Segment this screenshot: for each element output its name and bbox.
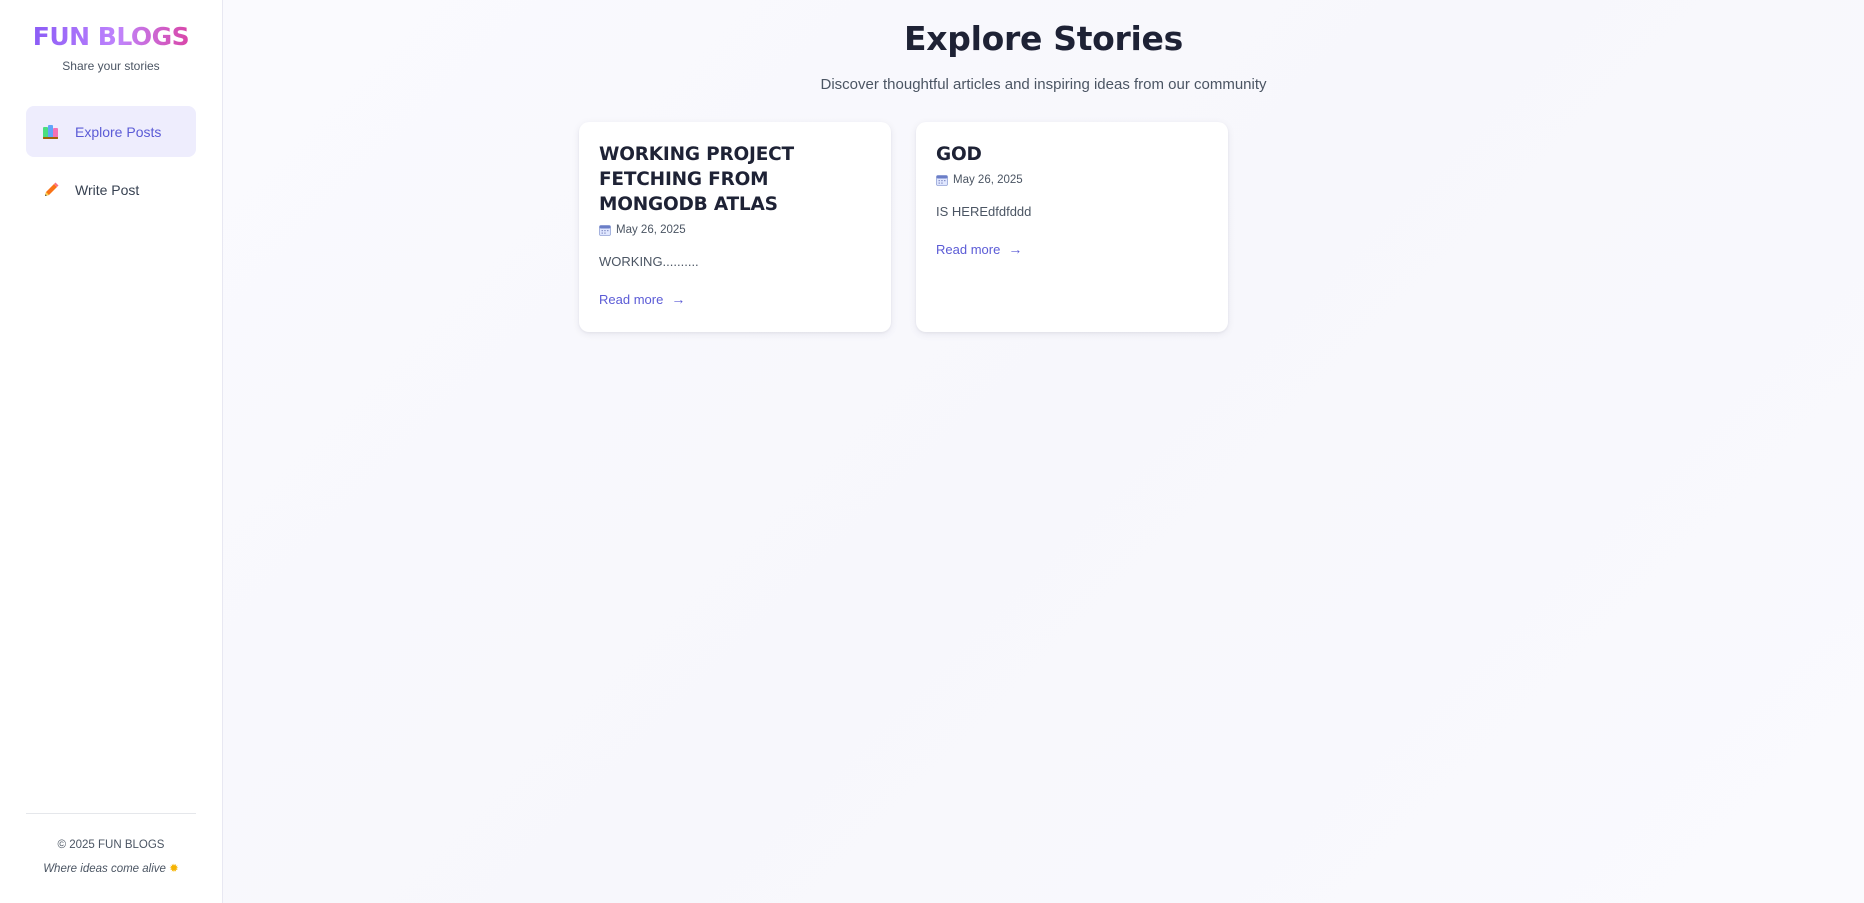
arrow-right-icon: → xyxy=(1008,241,1023,257)
post-grid: WORKING PROJECT FETCHING FROM MONGODB AT… xyxy=(579,122,1228,332)
sidebar-nav: Explore Posts Write Post xyxy=(26,106,196,215)
post-title[interactable]: WORKING PROJECT FETCHING FROM MONGODB AT… xyxy=(599,142,871,217)
read-more-link[interactable]: Read more → xyxy=(936,241,1022,257)
brand-title[interactable]: FUN BLOGS xyxy=(33,22,190,51)
post-card[interactable]: GOD May 26, 2025 IS HEREdfdfddd Read mor… xyxy=(916,122,1228,332)
sidebar-item-label: Explore Posts xyxy=(75,123,162,140)
post-date-text: May 26, 2025 xyxy=(953,174,1023,186)
post-excerpt: WORKING.......... xyxy=(599,254,699,269)
sidebar: FUN BLOGS Share your stories Explore Pos… xyxy=(0,0,223,903)
pencil-icon xyxy=(41,180,61,200)
sidebar-item-write-post[interactable]: Write Post xyxy=(26,164,196,215)
post-date: May 26, 2025 xyxy=(599,224,871,236)
main-content: Explore Stories Discover thoughtful arti… xyxy=(223,0,1864,903)
page-subtitle: Discover thoughtful articles and inspiri… xyxy=(820,76,1267,93)
sidebar-footer: © 2025 FUN BLOGS Where ideas come alive … xyxy=(26,813,196,903)
read-more-label: Read more xyxy=(599,291,664,307)
post-title[interactable]: GOD xyxy=(936,142,1208,167)
brand: FUN BLOGS Share your stories xyxy=(26,0,196,73)
app-root: FUN BLOGS Share your stories Explore Pos… xyxy=(0,0,1864,903)
arrow-right-icon: → xyxy=(671,291,686,307)
page-title: Explore Stories xyxy=(904,19,1183,58)
books-icon xyxy=(41,122,61,142)
sidebar-item-label: Write Post xyxy=(75,181,140,198)
post-card[interactable]: WORKING PROJECT FETCHING FROM MONGODB AT… xyxy=(579,122,891,332)
read-more-label: Read more xyxy=(936,241,1001,257)
tagline: Where ideas come alive ✹ xyxy=(26,861,196,875)
sparkle-icon: ✹ xyxy=(169,863,179,875)
copyright-text: © 2025 FUN BLOGS xyxy=(57,839,165,851)
calendar-icon xyxy=(936,174,948,186)
post-excerpt: IS HEREdfdfddd xyxy=(936,204,1032,219)
calendar-icon xyxy=(599,224,611,236)
brand-subtitle: Share your stories xyxy=(62,59,160,73)
post-date: May 26, 2025 xyxy=(936,174,1208,186)
read-more-link[interactable]: Read more → xyxy=(599,291,685,307)
post-date-text: May 26, 2025 xyxy=(616,224,686,236)
sidebar-item-explore-posts[interactable]: Explore Posts xyxy=(26,106,196,157)
tagline-text: Where ideas come alive xyxy=(43,863,166,875)
